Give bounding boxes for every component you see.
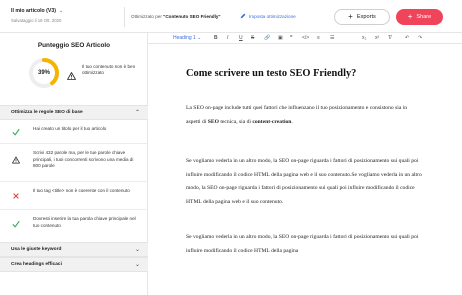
settings-link[interactable]: Imposta ottimizzazione <box>240 13 296 19</box>
check-item-text: Hai creato un titolo per il tuo articolo <box>33 126 107 131</box>
plus-icon: + <box>348 12 353 21</box>
section-basic-rules[interactable]: Ottimizza le regole SEO di base ⌃ <box>0 105 148 120</box>
optimized-keyword: "Contenuto SEO Friendly" <box>163 14 221 19</box>
italic-button[interactable]: I <box>227 35 228 41</box>
undo-button[interactable]: ↶ <box>405 35 409 41</box>
document-title-label: Il mio articolo (V3) <box>11 8 56 14</box>
section-basic-rules-label: Ottimizza le regole SEO di base <box>11 110 83 115</box>
warning-icon <box>67 67 76 85</box>
share-button[interactable]: + Share <box>396 9 443 25</box>
pencil-icon <box>240 13 246 19</box>
chevron-down-icon: ⌄ <box>134 247 140 253</box>
check-icon <box>12 128 20 136</box>
article-title[interactable]: Come scrivere un testo SEO Friendly? <box>186 68 356 79</box>
editor-toolbar: Heading 1 ⌄ B I U S 🔗 ▣ ❞ </> ≡ ☰ x₂ x² … <box>148 33 462 44</box>
exports-label: Exports <box>356 14 376 20</box>
chevron-up-icon: ⌃ <box>134 110 140 116</box>
settings-link-label: Imposta ottimizzazione <box>249 13 296 19</box>
score-message: Il tuo contenuto non è ben ottimizzato <box>82 64 136 76</box>
bold-text: content-creation <box>252 118 292 125</box>
check-item: Il tuo tag <title> non è coerente con il… <box>0 182 148 210</box>
chevron-down-icon: ⌄ <box>134 262 140 268</box>
redo-button[interactable]: ↷ <box>418 35 422 41</box>
paragraph[interactable]: Se vogliamo vederla in un altro modo, la… <box>186 155 422 210</box>
check-item-text: Dovresti inserire la tua parola chiave p… <box>33 216 136 228</box>
paragraph[interactable]: La SEO on-page include tutti quei fattor… <box>186 102 422 129</box>
section-keywords[interactable]: Usa le giuste keyword ⌄ <box>0 242 148 257</box>
top-bar: Il mio articolo (V3) ⌄ Salvataggio il 18… <box>0 0 462 33</box>
warning-icon <box>12 156 20 164</box>
editor-content[interactable]: Come scrivere un testo SEO Friendly? La … <box>148 44 462 295</box>
exports-button[interactable]: + Exports <box>334 9 390 25</box>
chevron-down-icon[interactable]: ⌄ <box>59 8 63 14</box>
strikethrough-button[interactable]: S <box>251 35 254 41</box>
clear-format-button[interactable]: T̸ <box>388 35 391 41</box>
close-icon <box>13 193 19 199</box>
paragraph[interactable]: Se vogliamo vederla in un altro modo, la… <box>186 231 422 258</box>
optimized-for-text: Ottimizzato per "Contenuto SEO Friendly" <box>131 14 221 19</box>
check-item-text: Il tuo tag <title> non è coerente con il… <box>33 188 130 193</box>
subscript-button[interactable]: x₂ <box>362 35 366 41</box>
bullet-list-button[interactable]: ☰ <box>330 35 334 41</box>
bold-button[interactable]: B <box>214 35 218 41</box>
bold-text: SEO <box>207 118 219 125</box>
plus-icon: + <box>407 12 413 21</box>
quote-button[interactable]: ❞ <box>290 35 293 41</box>
underline-button[interactable]: U <box>239 35 243 41</box>
check-item: Scrivi 432 parole ma, per le tue parole … <box>0 144 148 182</box>
check-icon <box>12 220 20 228</box>
image-button[interactable]: ▣ <box>278 35 283 41</box>
seo-sidebar: Punteggio SEO Articolo 39% Il tuo conten… <box>0 33 148 295</box>
superscript-button[interactable]: x² <box>375 35 379 41</box>
document-title[interactable]: Il mio articolo (V3) ⌄ <box>11 8 63 14</box>
ordered-list-button[interactable]: ≡ <box>317 35 320 41</box>
section-keywords-label: Usa le giuste keyword <box>11 247 62 252</box>
heading-select-label: Heading 1 <box>173 35 196 41</box>
score-title: Punteggio SEO Articolo <box>37 42 111 49</box>
check-item: Hai creato un titolo per il tuo articolo <box>0 120 148 144</box>
heading-select[interactable]: Heading 1 ⌄ <box>173 35 201 41</box>
section-headings[interactable]: Crea headings efficaci ⌄ <box>0 257 148 272</box>
paragraph-text: tecnica, sia di <box>218 118 253 125</box>
code-button[interactable]: </> <box>302 35 309 41</box>
link-button[interactable]: 🔗 <box>264 35 270 41</box>
score-value: 39% <box>37 70 50 76</box>
share-label: Share <box>416 14 432 20</box>
paragraph-text: . <box>291 118 293 125</box>
divider <box>124 7 125 27</box>
check-item-text: Scrivi 432 parole ma, per le tue parole … <box>33 150 134 169</box>
check-item: Dovresti inserire la tua parola chiave p… <box>0 210 148 242</box>
save-status: Salvataggio il 18 Ott. 2020 <box>11 18 62 23</box>
optimized-prefix: Ottimizzato per <box>131 14 164 19</box>
section-headings-label: Crea headings efficaci <box>11 262 62 267</box>
